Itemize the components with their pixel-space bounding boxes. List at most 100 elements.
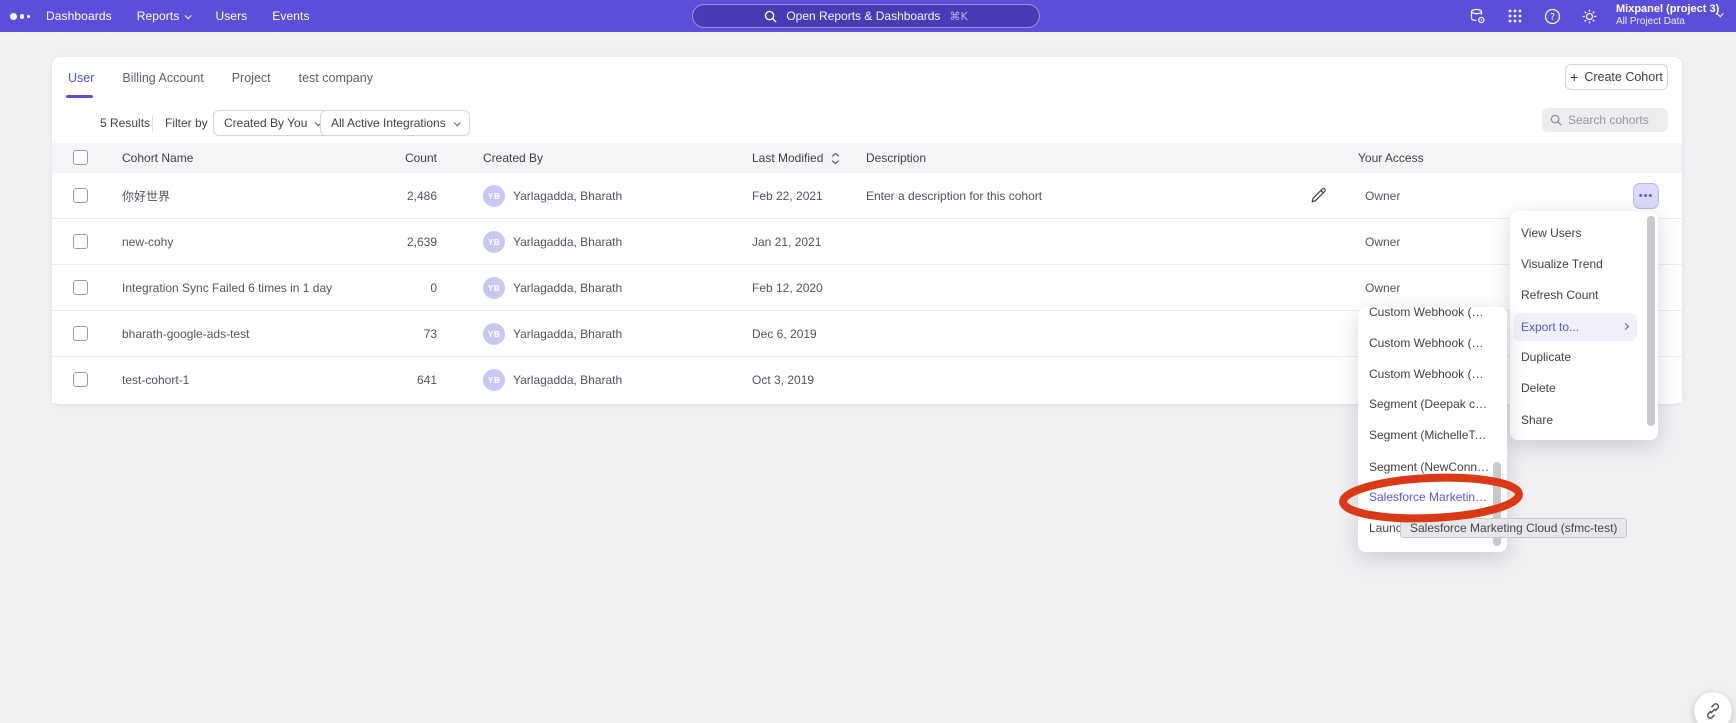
- avatar: YB: [483, 369, 505, 391]
- last-modified-date: Oct 3, 2019: [752, 373, 814, 387]
- project-name: Mixpanel (project 3): [1616, 3, 1719, 16]
- menu-item-delete[interactable]: Delete: [1510, 374, 1658, 402]
- settings-gear-icon[interactable]: [1580, 7, 1598, 25]
- menu-item-export-to[interactable]: Export to...: [1514, 313, 1637, 341]
- creator-name: Yarlagadda, Bharath: [513, 281, 622, 295]
- menu-item-duplicate[interactable]: Duplicate: [1510, 343, 1658, 371]
- menu-item-view-users[interactable]: View Users: [1510, 219, 1658, 247]
- avatar: YB: [483, 323, 505, 345]
- cohort-count: 0: [352, 281, 437, 295]
- chevron-down-icon: [185, 12, 192, 19]
- column-header-description[interactable]: Description: [866, 143, 926, 173]
- create-cohort-button[interactable]: + Create Cohort: [1565, 64, 1668, 90]
- tab-project[interactable]: Project: [232, 71, 271, 85]
- table-row[interactable]: Integration Sync Failed 6 times in 1 day…: [52, 265, 1682, 311]
- share-link-fab[interactable]: [1694, 692, 1732, 723]
- mixpanel-logo-icon[interactable]: [10, 13, 30, 20]
- access-level: Owner: [1365, 281, 1400, 295]
- menu-scrollbar[interactable]: [1647, 216, 1655, 426]
- cohort-tabs: User Billing Account Project test compan…: [68, 65, 373, 91]
- row-checkbox[interactable]: [73, 326, 88, 341]
- submenu-item-custom-webhook-3[interactable]: Custom Webhook (ne...: [1358, 359, 1490, 390]
- access-level: Owner: [1365, 189, 1400, 203]
- data-management-icon[interactable]: [1468, 7, 1486, 25]
- last-modified-date: Feb 22, 2021: [752, 189, 823, 203]
- top-nav: Dashboards Reports Users Events Open Rep…: [0, 0, 1736, 32]
- edit-pencil-icon[interactable]: [1309, 187, 1327, 205]
- cohort-name-link[interactable]: Integration Sync Failed 6 times in 1 day: [122, 281, 332, 295]
- project-scope: All Project Data: [1616, 16, 1719, 28]
- filter-by-label: Filter by: [165, 110, 208, 136]
- results-count: 5 Results: [100, 110, 150, 136]
- cohort-count: 641: [352, 373, 437, 387]
- menu-item-refresh-count[interactable]: Refresh Count: [1510, 281, 1658, 309]
- svg-text:?: ?: [1549, 12, 1554, 23]
- row-context-menu: View Users Visualize Trend Refresh Count…: [1510, 211, 1658, 440]
- submenu-item-segment-2[interactable]: Segment (MichelleTest): [1358, 420, 1490, 451]
- integrations-filter[interactable]: All Active Integrations: [320, 110, 470, 136]
- tab-billing-account[interactable]: Billing Account: [122, 71, 203, 85]
- column-header-access[interactable]: Your Access: [1358, 143, 1424, 173]
- created-by-filter[interactable]: Created By You: [213, 110, 331, 136]
- column-header-created-by[interactable]: Created By: [483, 143, 543, 173]
- project-switcher[interactable]: Mixpanel (project 3) All Project Data: [1616, 3, 1719, 28]
- submenu-item-segment-1[interactable]: Segment (Deepak con...: [1358, 389, 1490, 420]
- avatar: YB: [483, 277, 505, 299]
- menu-item-visualize-trend[interactable]: Visualize Trend: [1510, 250, 1658, 278]
- search-icon: [764, 10, 777, 23]
- cohort-count: 2,486: [352, 189, 437, 203]
- cohort-name-link[interactable]: test-cohort-1: [122, 373, 189, 387]
- menu-item-share[interactable]: Share: [1510, 406, 1658, 434]
- link-icon: [1703, 701, 1723, 721]
- cohort-name-link[interactable]: bharath-google-ads-test: [122, 327, 249, 341]
- submenu-item-salesforce-marketing-cloud[interactable]: Salesforce Marketing C...: [1358, 482, 1490, 513]
- cohort-search: [1542, 108, 1668, 132]
- table-header: Cohort Name Count Created By Last Modifi…: [52, 143, 1682, 173]
- avatar: YB: [483, 185, 505, 207]
- cohort-count: 2,639: [352, 235, 437, 249]
- nav-item-users[interactable]: Users: [215, 9, 247, 23]
- sort-icon[interactable]: [831, 152, 840, 165]
- creator-name: Yarlagadda, Bharath: [513, 235, 622, 249]
- column-header-count[interactable]: Count: [362, 143, 437, 173]
- cohort-name-link[interactable]: 你好世界: [122, 187, 170, 204]
- chevron-right-icon: [1622, 323, 1629, 330]
- nav-item-reports[interactable]: Reports: [137, 9, 191, 23]
- primary-nav: Dashboards Reports Users Events: [46, 0, 310, 32]
- global-search-button[interactable]: Open Reports & Dashboards ⌘K: [692, 4, 1040, 28]
- column-header-last-modified[interactable]: Last Modified: [752, 143, 823, 173]
- select-all-checkbox[interactable]: [73, 150, 88, 165]
- submenu-item-custom-webhook-1[interactable]: Custom Webhook (Cu...: [1358, 307, 1490, 328]
- apps-grid-icon[interactable]: [1506, 7, 1524, 25]
- row-checkbox[interactable]: [73, 188, 88, 203]
- search-icon: [1550, 114, 1562, 126]
- creator-name: Yarlagadda, Bharath: [513, 327, 622, 341]
- row-checkbox[interactable]: [73, 234, 88, 249]
- tab-test-company[interactable]: test company: [299, 71, 373, 85]
- filter-value: Created By You: [224, 116, 307, 130]
- help-icon[interactable]: ?: [1543, 7, 1561, 25]
- submenu-item-segment-3[interactable]: Segment (NewConnec...: [1358, 452, 1490, 483]
- submenu-item-custom-webhook-2[interactable]: Custom Webhook (Co...: [1358, 328, 1490, 359]
- row-checkbox[interactable]: [73, 280, 88, 295]
- plus-icon: +: [1570, 69, 1578, 85]
- row-checkbox[interactable]: [73, 372, 88, 387]
- nav-item-events[interactable]: Events: [272, 9, 309, 23]
- table-row[interactable]: 你好世界 2,486 YB Yarlagadda, Bharath Feb 22…: [52, 173, 1682, 219]
- tab-user[interactable]: User: [68, 71, 94, 85]
- table-row[interactable]: new-cohy 2,639 YB Yarlagadda, Bharath Ja…: [52, 219, 1682, 265]
- cohort-name-link[interactable]: new-cohy: [122, 235, 173, 249]
- last-modified-date: Dec 6, 2019: [752, 327, 817, 341]
- menu-item-label: Export to...: [1521, 320, 1579, 334]
- cohorts-screen: Dashboards Reports Users Events Open Rep…: [0, 0, 1736, 723]
- last-modified-date: Jan 21, 2021: [752, 235, 821, 249]
- column-header-name[interactable]: Cohort Name: [122, 143, 193, 173]
- keyboard-shortcut: ⌘K: [949, 10, 967, 23]
- cohort-search-input[interactable]: [1568, 113, 1658, 127]
- row-more-button[interactable]: •••: [1633, 183, 1659, 209]
- description-input[interactable]: Enter a description for this cohort: [866, 189, 1042, 203]
- nav-item-label: Dashboards: [46, 9, 112, 23]
- nav-item-label: Reports: [137, 9, 180, 23]
- export-submenu: Custom Webhook (Cu... Custom Webhook (Co…: [1358, 307, 1507, 552]
- nav-item-dashboards[interactable]: Dashboards: [46, 9, 112, 23]
